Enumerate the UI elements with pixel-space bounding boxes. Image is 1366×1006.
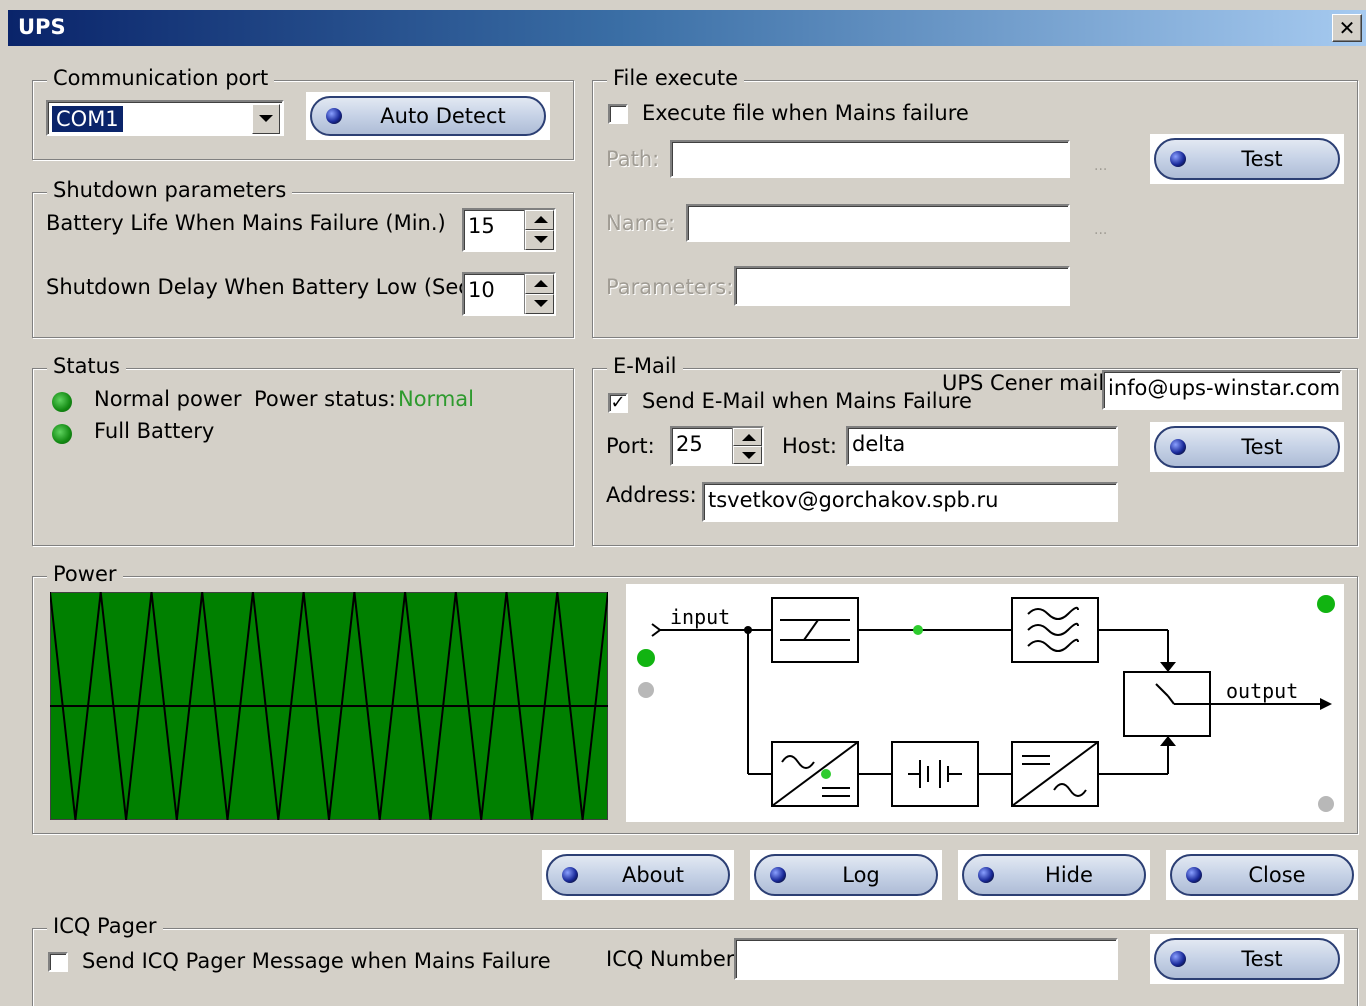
icq-test-label: Test [1241, 947, 1283, 971]
address-input[interactable]: tsvetkov@gorchakov.spb.ru [702, 482, 1118, 522]
parameters-input[interactable] [734, 266, 1070, 306]
file-execute-legend: File execute [607, 66, 745, 90]
ups-center-mail-input[interactable]: info@ups-winstar.com [1102, 370, 1342, 410]
send-icq-checkbox[interactable] [48, 952, 68, 972]
diagram-output-label: output [1226, 679, 1298, 703]
shutdown-delay-label: Shutdown Delay When Battery Low (Sec.) [46, 275, 485, 299]
spin-up-button[interactable] [525, 274, 554, 294]
arrow-down-icon [534, 236, 548, 243]
hide-button[interactable]: Hide [958, 850, 1150, 900]
log-button[interactable]: Log [750, 850, 942, 900]
button-dot-icon [562, 867, 578, 883]
ups-block-diagram: input output [626, 584, 1344, 822]
close-label: Close [1248, 863, 1306, 887]
battery-life-value: 15 [468, 214, 495, 238]
send-email-label: Send E-Mail when Mains Failure [642, 389, 972, 413]
email-legend: E-Mail [607, 354, 683, 378]
about-button[interactable]: About [542, 850, 734, 900]
file-test-button[interactable]: Test [1150, 134, 1344, 184]
icq-number-input[interactable] [734, 938, 1118, 980]
normal-power-indicator-icon [52, 392, 72, 412]
host-label: Host: [782, 434, 837, 458]
shutdown-parameters-legend: Shutdown parameters [47, 178, 293, 202]
log-label: Log [842, 863, 880, 887]
shutdown-delay-value: 10 [468, 278, 495, 302]
button-dot-icon [1186, 867, 1202, 883]
path-input[interactable] [670, 140, 1070, 178]
icq-pager-legend: ICQ Pager [47, 914, 163, 938]
path-browse-button[interactable]: ... [1094, 158, 1107, 174]
title-bar: UPS ✕ [8, 10, 1366, 46]
power-waveform [50, 592, 608, 820]
port-label: Port: [606, 434, 655, 458]
communication-port-legend: Communication port [47, 66, 275, 90]
button-dot-icon [326, 108, 342, 124]
battery-life-label: Battery Life When Mains Failure (Min.) [46, 211, 446, 235]
power-status-value: Normal [398, 387, 474, 411]
spin-down-button[interactable] [733, 446, 762, 464]
button-dot-icon [978, 867, 994, 883]
name-input[interactable] [686, 204, 1070, 242]
port-value: 25 [676, 432, 703, 456]
full-battery-label: Full Battery [94, 419, 215, 443]
spin-up-button[interactable] [525, 210, 554, 230]
normal-power-label: Normal power [94, 387, 242, 411]
arrow-down-icon [534, 300, 548, 307]
shutdown-delay-spinner[interactable]: 10 [462, 272, 556, 316]
icq-number-label: ICQ Number: [606, 947, 742, 971]
arrow-up-icon [534, 280, 548, 287]
full-battery-indicator-icon [52, 424, 72, 444]
arrow-down-icon [742, 452, 756, 459]
button-dot-icon [1170, 439, 1186, 455]
send-icq-label: Send ICQ Pager Message when Mains Failur… [82, 949, 551, 973]
port-spinner[interactable]: 25 [670, 426, 764, 466]
icq-test-button[interactable]: Test [1150, 934, 1344, 984]
auto-detect-button[interactable]: Auto Detect [306, 92, 550, 140]
power-status-label: Power status: [254, 387, 396, 411]
address-label: Address: [606, 483, 697, 507]
com-port-value: COM1 [52, 106, 123, 132]
diagram-input-label: input [670, 605, 730, 629]
hide-label: Hide [1045, 863, 1093, 887]
file-test-label: Test [1241, 147, 1283, 171]
com-port-select[interactable]: COM1 [46, 100, 284, 136]
close-window-button[interactable]: ✕ [1332, 14, 1362, 42]
power-legend: Power [47, 562, 123, 586]
button-dot-icon [1170, 151, 1186, 167]
button-dot-icon [770, 867, 786, 883]
email-test-button[interactable]: Test [1150, 422, 1344, 472]
path-label: Path: [606, 147, 660, 171]
close-button[interactable]: Close [1166, 850, 1358, 900]
name-browse-button[interactable]: ... [1094, 222, 1107, 238]
about-label: About [621, 863, 685, 887]
auto-detect-label: Auto Detect [380, 104, 506, 128]
com-port-dropdown-button[interactable] [252, 104, 280, 134]
execute-file-label: Execute file when Mains failure [642, 101, 969, 125]
parameters-label: Parameters: [606, 275, 734, 299]
arrow-up-icon [534, 216, 548, 223]
arrow-up-icon [742, 434, 756, 441]
checkmark-icon: ✓ [610, 392, 626, 413]
spin-up-button[interactable] [733, 428, 762, 446]
chevron-down-icon [259, 115, 273, 122]
name-label: Name: [606, 211, 676, 235]
host-input[interactable]: delta [846, 426, 1118, 466]
button-dot-icon [1170, 951, 1186, 967]
spin-down-button[interactable] [525, 230, 554, 250]
spin-down-button[interactable] [525, 294, 554, 314]
email-test-label: Test [1241, 435, 1283, 459]
window-title: UPS [18, 15, 66, 39]
close-icon: ✕ [1338, 16, 1356, 40]
execute-file-checkbox[interactable] [608, 104, 628, 124]
send-email-checkbox[interactable]: ✓ [608, 393, 628, 413]
status-legend: Status [47, 354, 126, 378]
battery-life-spinner[interactable]: 15 [462, 208, 556, 252]
